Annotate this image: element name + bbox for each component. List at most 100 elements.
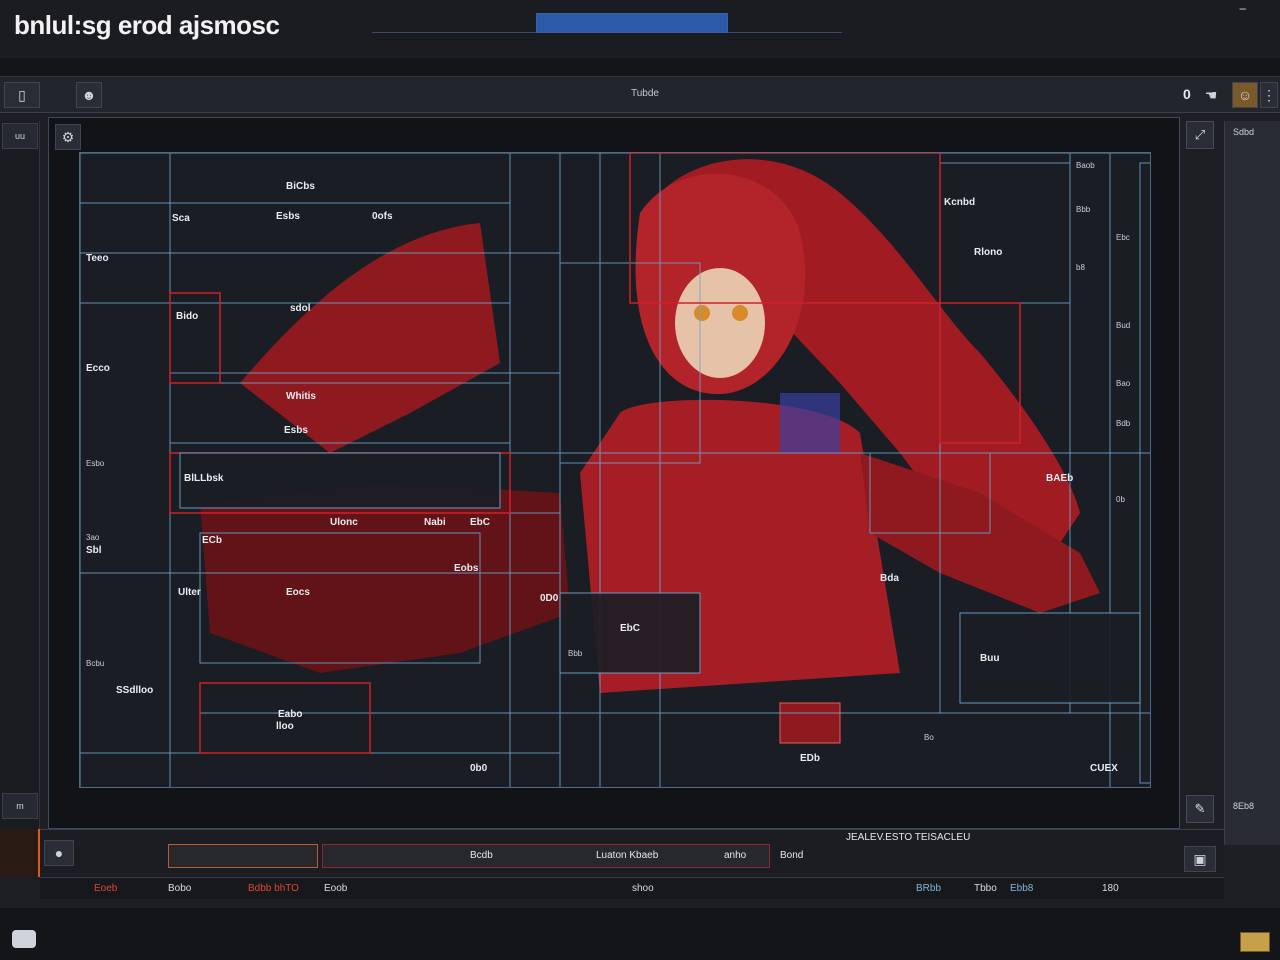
timeline-panel: ● Bcdb Luaton Kbaeb anho Bond JEALEV.EST… <box>40 829 1224 877</box>
timeline-clip-label: anho <box>724 850 747 861</box>
timeline-clip[interactable] <box>322 844 770 868</box>
status-item: 180 <box>1102 883 1119 894</box>
canvas-note: Bo <box>924 733 934 742</box>
timeline-clip-label: Luaton Kbaeb <box>596 850 659 861</box>
canvas-label: 0ofs <box>372 211 393 222</box>
timeline-clip-label: Bcdb <box>470 850 493 861</box>
right-panel: Sdbd 8Eb8 <box>1224 121 1280 845</box>
artwork-lower-left <box>200 483 570 673</box>
canvas-label: Ecco <box>86 363 110 374</box>
canvas-label: Esbs <box>284 425 308 436</box>
canvas-label: Kcnbd <box>944 197 976 208</box>
canvas-label: Bido <box>176 311 199 322</box>
canvas-label: 0b0 <box>470 763 488 774</box>
canvas-label: 0D0 <box>540 593 559 604</box>
canvas-label: Whitis <box>286 391 316 402</box>
rail-tab-bottom[interactable]: m <box>2 793 38 819</box>
timeline-toggle[interactable] <box>0 829 40 877</box>
canvas-note: 3ao <box>86 533 100 542</box>
status-item: Eoob <box>324 883 348 894</box>
counter-label: 0 <box>1183 86 1191 102</box>
canvas-note: Bbb <box>568 649 583 658</box>
right-panel-title: Sdbd <box>1233 127 1255 137</box>
canvas-label: BiCbs <box>286 181 315 192</box>
rail-tab-top[interactable]: uu <box>2 123 38 149</box>
canvas-settings-icon[interactable]: ⚙ <box>55 124 81 150</box>
canvas-note: Bud <box>1116 321 1131 330</box>
canvas-note: Bdb <box>1116 419 1131 428</box>
artwork-face <box>675 268 765 378</box>
canvas-note: Baob <box>1076 161 1095 170</box>
canvas-label: Nabi <box>424 517 446 528</box>
editor-window: ▯ ☻ Tubde 0 ☚ ☺ ⋮ uu m Sdbd 8Eb8 ⚙ BiCbs… <box>0 76 1280 908</box>
canvas-label: Ulter <box>178 587 201 598</box>
avatar[interactable]: ☺ <box>1232 82 1258 108</box>
record-icon[interactable]: ● <box>44 840 74 866</box>
status-item: Ebb8 <box>1010 883 1034 894</box>
notification-icon[interactable] <box>1240 932 1270 952</box>
status-bar: Eoeb Bobo Bdbb bhTO Eoob shoo BRbb Tbbo … <box>40 877 1224 899</box>
canvas-label: Eobs <box>454 563 479 574</box>
timeline-header: JEALEV.ESTO TEISACLEU <box>846 832 971 843</box>
timeline-thumbnails[interactable] <box>168 844 318 868</box>
render-icon[interactable]: ▣ <box>1184 846 1216 872</box>
status-item: Tbbo <box>974 883 997 894</box>
title-rule-left <box>372 32 536 33</box>
canvas-note: Bbb <box>1076 205 1091 214</box>
canvas-note: Ebc <box>1116 233 1130 242</box>
canvas-note: Esbo <box>86 459 105 468</box>
status-item: Bobo <box>168 883 192 894</box>
user-icon[interactable]: ☻ <box>76 82 102 108</box>
status-item: Bdbb bhTO <box>248 883 299 894</box>
artwork-base-block <box>779 702 841 744</box>
canvas-label: Sca <box>172 213 190 224</box>
canvas-label: Eocs <box>286 587 310 598</box>
canvas-label: EbC <box>470 517 490 528</box>
status-item: BRbb <box>916 883 942 894</box>
status-item: Eoeb <box>94 883 118 894</box>
timeline-clip-label: Bond <box>780 850 804 861</box>
canvas-label: BAEb <box>1046 473 1074 484</box>
title-progress-fill <box>537 14 727 32</box>
canvas-label: BlLLbsk <box>184 473 224 484</box>
canvas-label: EbC <box>620 623 640 634</box>
canvas-note: 0b <box>1116 495 1125 504</box>
canvas-note: Bao <box>1116 379 1131 388</box>
transform-icon[interactable]: ⤢ <box>1186 121 1214 149</box>
status-item: shoo <box>632 883 654 894</box>
canvas-label: Bda <box>880 573 899 584</box>
canvas-label: Buu <box>980 653 1000 664</box>
canvas-note: Bcbu <box>86 659 105 668</box>
left-rail: uu m <box>0 121 40 841</box>
canvas-note: b8 <box>1076 263 1085 272</box>
canvas-label: sdol <box>290 303 311 314</box>
canvas-label: Teeo <box>86 253 109 264</box>
more-icon[interactable]: ⋮ <box>1260 82 1278 108</box>
artwork-hair-left <box>240 223 500 453</box>
title-rule-right <box>728 32 842 33</box>
toolbar: ▯ ☻ Tubde 0 ☚ ☺ ⋮ <box>0 77 1280 113</box>
canvas-label: Sbl <box>86 545 102 556</box>
right-panel-footer: 8Eb8 <box>1233 801 1255 811</box>
artwork-eye-left <box>694 305 710 321</box>
artboard-canvas[interactable]: BiCbs Sca Esbs 0ofs Teeo Bido sdol Ecco … <box>79 152 1151 788</box>
canvas-frame: ⚙ BiCbs Sca Esbs 0ofs Teeo Bido sdol Ecc… <box>48 117 1180 829</box>
window-menu-icon[interactable]: ‾ <box>1240 8 1245 26</box>
artwork-blue-patch <box>780 393 840 453</box>
canvas-label: SSdlloo <box>116 685 154 696</box>
title-bar: bnlul:sg erod ajsmosc ‾ <box>0 0 1280 58</box>
panel-toggle-icon[interactable]: ▯ <box>4 82 40 108</box>
hand-icon[interactable]: ☚ <box>1198 82 1224 108</box>
canvas-label: lloo <box>276 721 294 732</box>
canvas-label: Rlono <box>974 247 1003 258</box>
taskbar <box>0 912 1280 960</box>
canvas-label: ECb <box>202 535 222 546</box>
canvas-label: Eabo <box>278 709 303 720</box>
app-title: bnlul:sg erod ajsmosc <box>14 10 280 40</box>
brush-icon[interactable]: ✎ <box>1186 795 1214 823</box>
canvas-label: CUEX <box>1090 763 1118 774</box>
chat-icon[interactable] <box>12 930 36 948</box>
canvas-label: EDb <box>800 753 820 764</box>
document-title: Tubde <box>631 88 659 99</box>
canvas-label: Esbs <box>276 211 300 222</box>
